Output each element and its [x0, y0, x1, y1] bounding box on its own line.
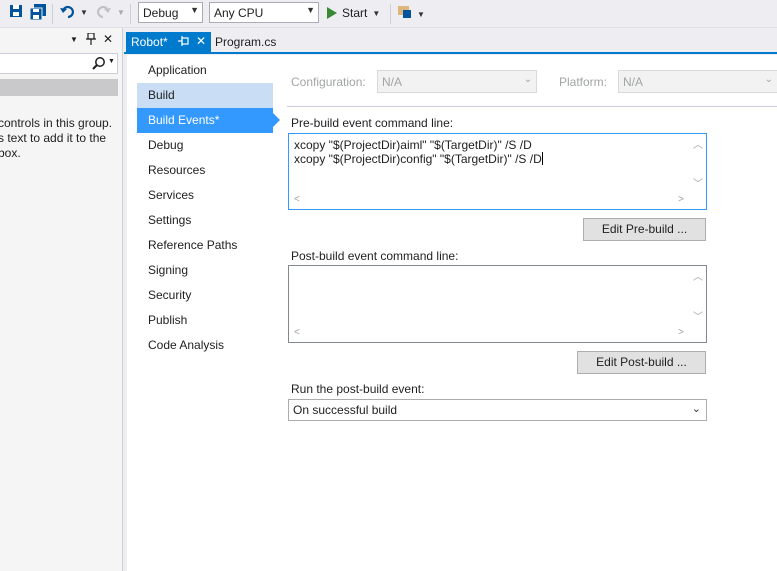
configuration-label: Configuration:: [291, 75, 366, 89]
undo-dropdown-icon[interactable]: ▼: [80, 8, 88, 26]
chevron-down-icon[interactable]: ▼: [108, 58, 115, 65]
scroll-right-icon[interactable]: >: [678, 194, 684, 205]
close-icon[interactable]: ✕: [196, 34, 206, 48]
chevron-down-icon: ▼: [306, 5, 315, 15]
toolbar: ▼ ▼ Debug ▼ Any CPU ▼ Start ▼ ▼: [0, 0, 777, 28]
vertical-scrollbar[interactable]: ︿ ﹀: [689, 266, 706, 325]
post-build-label: Post-build event command line:: [291, 249, 459, 263]
save-all-icon[interactable]: [29, 4, 46, 22]
start-label: Start: [342, 6, 368, 20]
scroll-left-icon[interactable]: <: [294, 194, 300, 205]
scroll-left-icon[interactable]: <: [294, 327, 300, 338]
nav-item-settings[interactable]: Settings: [137, 208, 273, 233]
chevron-down-icon: ▼: [190, 5, 199, 15]
nav-item-application[interactable]: Application: [137, 58, 273, 83]
pre-build-content: xcopy "$(ProjectDir)aiml" "$(TargetDir)"…: [294, 138, 543, 166]
toolbox-message-line: box.: [0, 146, 21, 160]
chevron-down-icon: ⌄: [764, 74, 773, 85]
platform-label: Platform:: [559, 75, 608, 89]
scroll-down-icon[interactable]: ﹀: [693, 308, 703, 323]
solution-platform-combo[interactable]: Any CPU ▼: [209, 2, 319, 23]
toolbox-titlebar: ▼ ✕: [0, 32, 123, 49]
nav-item-signing[interactable]: Signing: [137, 258, 273, 283]
edit-post-build-button[interactable]: Edit Post-build ...: [577, 351, 706, 374]
toolbox-group-header[interactable]: [0, 79, 118, 96]
chevron-down-icon: ⌄: [523, 74, 532, 85]
pre-build-line-1: xcopy "$(ProjectDir)aiml" "$(TargetDir)"…: [294, 138, 532, 152]
toolbox-search-input[interactable]: ▼: [0, 53, 118, 74]
configuration-value: N/A: [382, 75, 403, 89]
redo-icon[interactable]: [95, 4, 111, 22]
search-icon: [92, 56, 106, 73]
horizontal-scrollbar[interactable]: < >: [289, 325, 689, 342]
edit-pre-build-button[interactable]: Edit Pre-build ...: [583, 218, 706, 241]
configuration-dropdown: N/A ⌄: [377, 70, 537, 93]
divider: [287, 106, 777, 107]
nav-item-services[interactable]: Services: [137, 183, 273, 208]
undo-icon[interactable]: [60, 4, 76, 22]
platform-value: N/A: [623, 75, 644, 89]
scroll-up-icon[interactable]: ︿: [693, 268, 703, 283]
start-button[interactable]: Start ▼: [326, 3, 380, 23]
tab-program-cs[interactable]: Program.cs: [215, 32, 276, 52]
redo-dropdown-icon[interactable]: ▼: [117, 8, 125, 26]
solution-platform-value: Any CPU: [214, 6, 264, 20]
document-tab-strip: Robot* ✕ Program.cs: [124, 28, 777, 54]
toolbox-empty-message: controls in this group. s text to add it…: [0, 116, 123, 161]
run-post-build-label: Run the post-build event:: [291, 382, 425, 396]
nav-item-code-analysis[interactable]: Code Analysis: [137, 333, 273, 358]
pin-icon[interactable]: [86, 32, 96, 48]
nav-item-build[interactable]: Build: [137, 83, 273, 108]
text-caret: [541, 152, 543, 165]
find-in-files-icon[interactable]: [397, 4, 413, 22]
nav-item-resources[interactable]: Resources: [137, 158, 273, 183]
toolbar-overflow-icon[interactable]: ▼: [417, 10, 425, 28]
play-icon: [327, 7, 337, 19]
pin-icon[interactable]: [178, 35, 190, 49]
nav-item-security[interactable]: Security: [137, 283, 273, 308]
post-build-textbox[interactable]: ︿ ﹀ < >: [288, 265, 707, 343]
solution-configuration-combo[interactable]: Debug ▼: [138, 2, 203, 23]
tab-robot[interactable]: Robot* ✕: [126, 32, 211, 52]
pre-build-label: Pre-build event command line:: [291, 116, 454, 130]
nav-item-build-events[interactable]: Build Events*: [137, 108, 280, 133]
toolbox-pane: ▼ ✕ ▼ controls in this group. s text to …: [0, 28, 123, 571]
vertical-scrollbar[interactable]: ︿ ﹀: [689, 134, 706, 192]
nav-item-reference-paths[interactable]: Reference Paths: [137, 233, 273, 258]
tab-label: Robot*: [131, 35, 168, 49]
run-post-build-value: On successful build: [293, 403, 398, 417]
pre-build-textbox[interactable]: xcopy "$(ProjectDir)aiml" "$(TargetDir)"…: [288, 133, 707, 210]
toolbox-message-line: s text to add it to the: [0, 131, 107, 145]
nav-item-debug[interactable]: Debug: [137, 133, 273, 158]
scroll-down-icon[interactable]: ﹀: [693, 175, 703, 190]
save-icon[interactable]: [10, 4, 22, 22]
toolbox-message-line: controls in this group.: [0, 116, 113, 130]
chevron-down-icon[interactable]: ▼: [70, 35, 78, 44]
chevron-down-icon: ⌄: [691, 403, 701, 415]
chevron-down-icon: ▼: [372, 8, 381, 18]
solution-configuration-value: Debug: [143, 6, 179, 20]
platform-dropdown: N/A ⌄: [618, 70, 777, 93]
close-icon[interactable]: ✕: [103, 32, 113, 46]
horizontal-scrollbar[interactable]: < >: [289, 192, 689, 209]
scroll-right-icon[interactable]: >: [678, 327, 684, 338]
tab-label: Program.cs: [215, 35, 277, 49]
scroll-up-icon[interactable]: ︿: [693, 136, 703, 151]
properties-nav: Application Build Build Events* Debug Re…: [137, 58, 280, 358]
nav-item-publish[interactable]: Publish: [137, 308, 273, 333]
pre-build-line-2: xcopy "$(ProjectDir)config" "$(TargetDir…: [294, 152, 542, 166]
run-post-build-select[interactable]: On successful build ⌄: [288, 399, 707, 421]
project-properties-page: Application Build Build Events* Debug Re…: [127, 55, 777, 571]
